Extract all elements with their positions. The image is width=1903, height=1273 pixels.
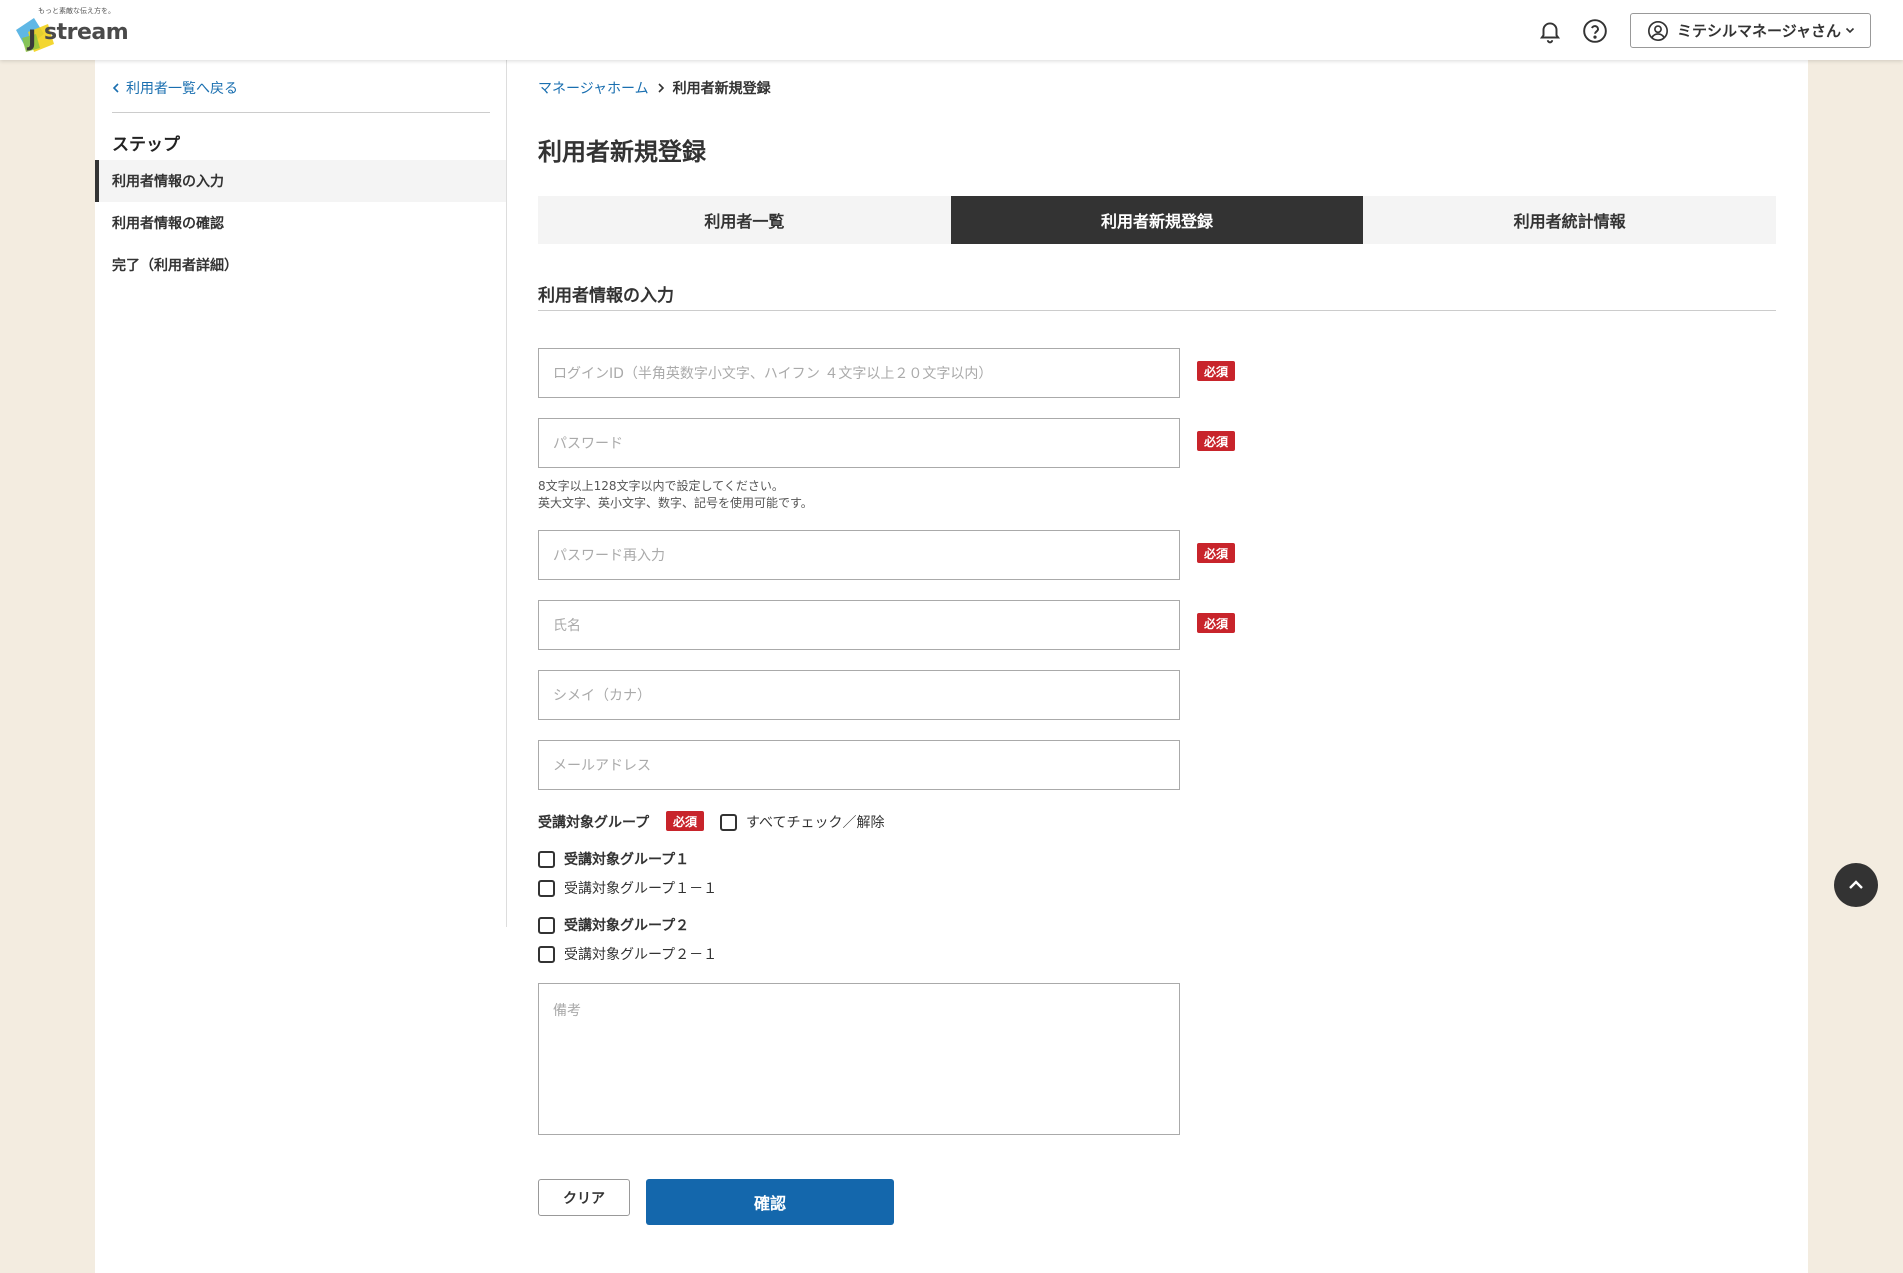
- group-1-1-checkbox[interactable]: 受講対象グループ１－１: [538, 878, 717, 898]
- tab-bar: 利用者一覧 利用者新規登録 利用者統計情報: [538, 196, 1777, 244]
- group-1-checkbox[interactable]: 受講対象グループ１: [538, 849, 689, 869]
- tab-user-stats[interactable]: 利用者統計情報: [1363, 196, 1777, 244]
- section-title: 利用者情報の入力: [538, 286, 674, 306]
- notes-placeholder: 備考: [553, 1003, 581, 1019]
- checkbox-box[interactable]: [720, 813, 737, 831]
- steps-title: ステップ: [112, 135, 180, 155]
- password-confirm-input[interactable]: パスワード再入力: [538, 530, 1180, 580]
- required-badge: 必須: [666, 811, 704, 831]
- user-menu-button[interactable]: ミテシルマネージャさん: [1630, 13, 1871, 48]
- required-badge: 必須: [1197, 361, 1235, 381]
- password-input[interactable]: パスワード: [538, 418, 1180, 468]
- login-id-placeholder: ログインID（半角英数字小文字、ハイフン ４文字以上２０文字以内）: [553, 366, 993, 382]
- email-input[interactable]: メールアドレス: [538, 740, 1180, 790]
- chevron-down-icon: [1845, 27, 1855, 34]
- password-hint: 8文字以上128文字以内で設定してください。 英大文字、英小文字、数字、記号を使…: [538, 478, 813, 512]
- password-hint-line-2: 英大文字、英小文字、数字、記号を使用可能です。: [538, 496, 813, 510]
- notes-textarea[interactable]: 備考: [538, 983, 1180, 1135]
- group-2-1-checkbox[interactable]: 受講対象グループ２－１: [538, 944, 717, 964]
- required-badge: 必須: [1197, 431, 1235, 451]
- checkbox-box[interactable]: [538, 945, 555, 963]
- tab-user-register[interactable]: 利用者新規登録: [950, 196, 1364, 244]
- password-hint-line-1: 8文字以上128文字以内で設定してください。: [538, 479, 784, 493]
- sidebar-divider: [506, 60, 507, 927]
- group-label: 受講対象グループ: [538, 815, 650, 831]
- user-name: ミテシルマネージャさん: [1677, 22, 1841, 40]
- steps-list: 利用者情報の入力 利用者情報の確認 完了（利用者詳細）: [95, 160, 506, 286]
- page-title: 利用者新規登録: [538, 138, 706, 166]
- group-2-1-label: 受講対象グループ２－１: [564, 947, 718, 963]
- chevron-up-icon: [1849, 880, 1863, 889]
- kana-placeholder: シメイ（カナ）: [553, 688, 651, 704]
- breadcrumb-home-link[interactable]: マネージャホーム: [538, 78, 649, 98]
- step-confirm: 利用者情報の確認: [112, 216, 224, 232]
- help-icon[interactable]: [1582, 18, 1608, 44]
- checkbox-box[interactable]: [538, 879, 555, 897]
- check-all-checkbox[interactable]: すべてチェック／解除: [720, 812, 884, 832]
- user-icon: [1648, 20, 1668, 41]
- name-input[interactable]: 氏名: [538, 600, 1180, 650]
- email-placeholder: メールアドレス: [553, 758, 651, 774]
- jstream-logo[interactable]: もっと素敵な伝え方を。 J stream: [14, 6, 129, 54]
- bell-icon[interactable]: [1537, 18, 1563, 44]
- kana-input[interactable]: シメイ（カナ）: [538, 670, 1180, 720]
- svg-text:J: J: [26, 27, 36, 52]
- check-all-label: すべてチェック／解除: [746, 815, 885, 831]
- back-to-user-list-link[interactable]: 利用者一覧へ戻る: [112, 78, 238, 98]
- name-placeholder: 氏名: [553, 618, 581, 634]
- tab-user-list[interactable]: 利用者一覧: [538, 196, 951, 244]
- back-link-label: 利用者一覧へ戻る: [126, 81, 238, 97]
- group-1-label: 受講対象グループ１: [564, 852, 690, 868]
- logo-text: stream: [44, 20, 129, 45]
- group-2-label: 受講対象グループ２: [564, 918, 690, 934]
- section-rule: [538, 310, 1776, 311]
- password-confirm-placeholder: パスワード再入力: [553, 548, 665, 564]
- step-complete: 完了（利用者詳細）: [112, 258, 238, 274]
- checkbox-box[interactable]: [538, 850, 555, 868]
- checkbox-box[interactable]: [538, 916, 555, 934]
- chevron-left-icon: [112, 83, 119, 93]
- scroll-to-top-button[interactable]: [1834, 863, 1878, 907]
- group-1-1-label: 受講対象グループ１－１: [564, 881, 718, 897]
- breadcrumb-current: 利用者新規登録: [672, 81, 771, 97]
- required-badge: 必須: [1197, 613, 1235, 633]
- required-badge: 必須: [1197, 543, 1235, 563]
- step-input: 利用者情報の入力: [95, 160, 506, 202]
- group-2-checkbox[interactable]: 受講対象グループ２: [538, 915, 689, 935]
- sidebar-rule: [112, 112, 490, 113]
- top-header: もっと素敵な伝え方を。 J stream ミテシルマネージャさん: [0, 0, 1903, 60]
- confirm-button[interactable]: 確認: [646, 1179, 894, 1225]
- clear-button[interactable]: クリア: [538, 1179, 630, 1216]
- breadcrumb: マネージャホーム 利用者新規登録: [538, 78, 771, 98]
- chevron-right-icon: [658, 83, 664, 93]
- password-placeholder: パスワード: [553, 436, 623, 452]
- login-id-input[interactable]: ログインID（半角英数字小文字、ハイフン ４文字以上２０文字以内）: [538, 348, 1180, 398]
